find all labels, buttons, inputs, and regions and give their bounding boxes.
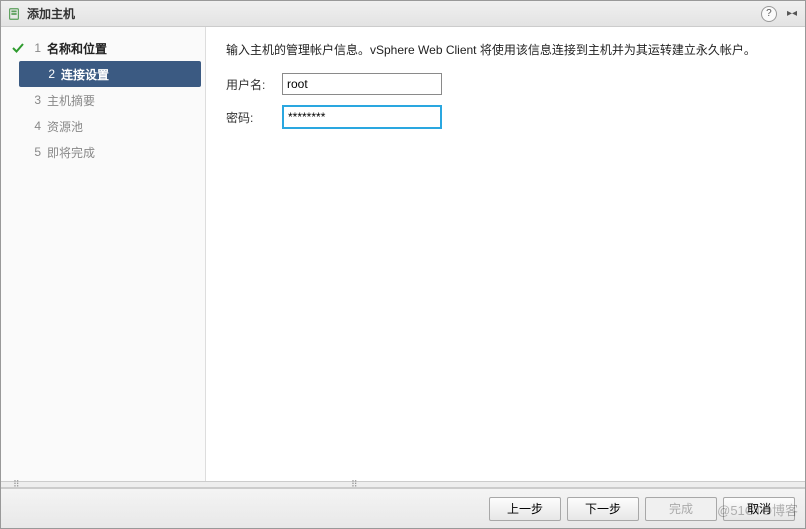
password-row: 密码: (226, 105, 785, 129)
titlebar-left: 添加主机 (7, 5, 75, 22)
dialog-body: 1 名称和位置 2 连接设置 3 主机摘要 4 资源池 5 即将 (1, 27, 805, 481)
step-label: 即将完成 (47, 144, 95, 161)
finish-button: 完成 (645, 497, 717, 521)
step-label: 主机摘要 (47, 92, 95, 109)
step-number: 3 (31, 93, 41, 107)
titlebar-controls: ? ▸◂ (761, 6, 799, 22)
step-label: 连接设置 (61, 66, 109, 83)
host-icon (7, 7, 21, 21)
step-label: 资源池 (47, 118, 83, 135)
step-number: 1 (31, 41, 41, 55)
check-icon (11, 42, 25, 54)
step-resource-pool: 4 资源池 (1, 113, 205, 139)
cancel-button[interactable]: 取消 (723, 497, 795, 521)
password-label: 密码: (226, 109, 282, 126)
username-row: 用户名: (226, 73, 785, 95)
wizard-content: 输入主机的管理帐户信息。vSphere Web Client 将使用该信息连接到… (206, 27, 805, 481)
add-host-wizard: 添加主机 ? ▸◂ 1 名称和位置 2 连接设置 3 主 (0, 0, 806, 529)
step-number: 5 (31, 145, 41, 159)
dialog-footer: 上一步 下一步 完成 取消 (1, 488, 805, 528)
dialog-title: 添加主机 (27, 5, 75, 22)
username-input[interactable] (282, 73, 442, 95)
step-number: 2 (45, 67, 55, 81)
step-label: 名称和位置 (47, 40, 107, 57)
next-button[interactable]: 下一步 (567, 497, 639, 521)
step-host-summary: 3 主机摘要 (1, 87, 205, 113)
wizard-steps-sidebar: 1 名称和位置 2 连接设置 3 主机摘要 4 资源池 5 即将 (1, 27, 206, 481)
back-button[interactable]: 上一步 (489, 497, 561, 521)
instruction-text: 输入主机的管理帐户信息。vSphere Web Client 将使用该信息连接到… (226, 41, 785, 59)
step-ready-complete: 5 即将完成 (1, 139, 205, 165)
step-connection-settings[interactable]: 2 连接设置 (19, 61, 201, 87)
collapse-icon[interactable]: ▸◂ (785, 8, 799, 19)
password-input[interactable] (282, 105, 442, 129)
help-icon[interactable]: ? (761, 6, 777, 22)
step-name-location[interactable]: 1 名称和位置 (1, 35, 205, 61)
step-number: 4 (31, 119, 41, 133)
horizontal-splitter[interactable] (1, 481, 805, 488)
titlebar: 添加主机 ? ▸◂ (1, 1, 805, 27)
username-label: 用户名: (226, 76, 282, 93)
